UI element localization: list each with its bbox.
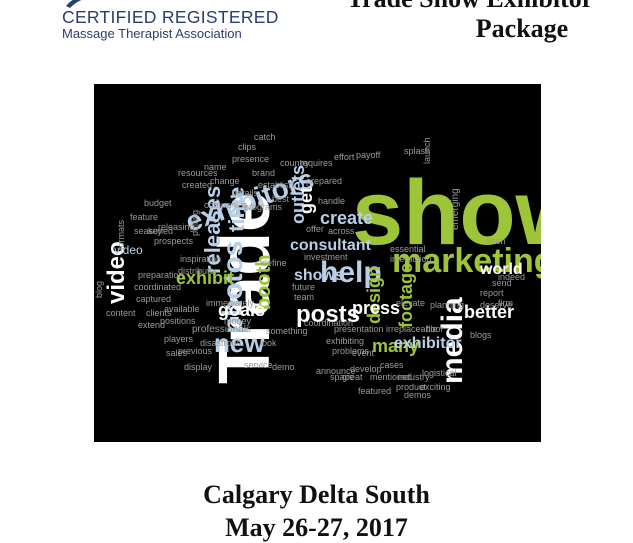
- logo-line-1: CERTIFIED REGISTERED: [62, 7, 279, 27]
- cloud-word-planning: planning: [430, 300, 464, 310]
- cloud-word-team: team: [294, 292, 314, 302]
- cloud-word-across: across: [328, 226, 355, 236]
- cloud-word-prospects: prospects: [154, 236, 194, 246]
- cloud-word-exhibiting: exhibiting: [326, 336, 364, 346]
- cloud-word-offer: offer: [306, 224, 324, 234]
- cloud-word-players: players: [164, 334, 194, 344]
- cloud-word-feature: feature: [130, 212, 158, 222]
- cloud-word-preparation: preparation: [138, 270, 184, 280]
- cloud-word-created: created: [182, 180, 212, 190]
- cloud-word-presence: presence: [232, 154, 269, 164]
- cloud-word-payoff: payoff: [356, 150, 381, 160]
- cloud-word-announce: announce: [316, 366, 356, 376]
- cloud-word-pulling: pulling: [190, 210, 200, 236]
- document-title-line-1: Trade Show Exhibitor: [320, 0, 620, 14]
- cloud-word-programs: programs: [244, 202, 283, 212]
- cloud-word-emerging: emerging: [450, 188, 461, 230]
- cloud-word-inspiration: inspiration: [180, 254, 221, 264]
- logo-line-2: Massage Therapist Association: [62, 26, 242, 41]
- cloud-word-change: change: [210, 176, 240, 186]
- cloud-word-brand: brand: [252, 168, 275, 178]
- cloud-word-demo: demo: [272, 362, 295, 372]
- cloud-word-future: future: [292, 282, 315, 292]
- cloud-word-name: name: [204, 162, 227, 172]
- cloud-word-money: money: [224, 316, 252, 326]
- cloud-word-blog: blog: [94, 281, 104, 298]
- word-cloud-graphic: showTrademarketingexhibitorshelppostsmed…: [94, 132, 541, 400]
- cloud-word-elevate: elevate: [396, 298, 425, 308]
- document-title-line-2: Package: [475, 14, 569, 43]
- cloud-word-press: press: [352, 298, 400, 318]
- cloud-word-launch: launch: [422, 137, 432, 164]
- cloud-word-handle: handle: [318, 196, 345, 206]
- cloud-word-display: display: [184, 362, 213, 372]
- word-cloud-image: showTrademarketingexhibitorshelppostsmed…: [94, 84, 541, 442]
- cloud-word-content: content: [106, 308, 136, 318]
- cloud-word-clients: clients: [146, 308, 172, 318]
- cloud-word-budget: budget: [144, 198, 172, 208]
- cloud-word-deserve: deserve: [480, 300, 512, 310]
- cloud-word-footage: footage: [396, 263, 416, 328]
- cloud-word-interaction: interaction: [390, 254, 432, 264]
- cloud-word-blogs: blogs: [470, 330, 492, 340]
- event-dates: May 26-27, 2017: [225, 513, 408, 542]
- cloud-word-create: create: [320, 208, 373, 228]
- cloud-word-service: service: [244, 360, 273, 370]
- cloud-word-something: something: [266, 326, 308, 336]
- cloud-word-look: look: [260, 338, 277, 348]
- cloud-word-presentation: presentation: [334, 324, 384, 334]
- event-venue: Calgary Delta South: [203, 480, 430, 509]
- cloud-word-prepared: prepared: [306, 176, 342, 186]
- cloud-word-details: details: [232, 188, 259, 198]
- cloud-word-report: report: [480, 288, 504, 298]
- cloud-word-demos: demos: [404, 390, 432, 400]
- cloud-word-logistical: logistical: [422, 368, 457, 378]
- cloud-word-establish: establish: [258, 180, 294, 190]
- cloud-word-distribute: distribute: [178, 266, 215, 276]
- cloud-word-define: define: [262, 258, 287, 268]
- cloud-word-sales: sales: [166, 348, 188, 358]
- cloud-word-catch: catch: [254, 132, 276, 142]
- cloud-word-immediately: immediately: [206, 298, 255, 308]
- cloud-word-key: key: [148, 226, 163, 236]
- cloud-word-essential: essential: [390, 244, 426, 254]
- cloud-word-exhibitor: exhibitor: [394, 335, 462, 352]
- association-logo: CERTIFIED REGISTERED Massage Therapist A…: [52, 0, 278, 48]
- cloud-word-outlets: outlets: [288, 165, 308, 224]
- cloud-word-featured: featured: [358, 386, 391, 396]
- cloud-word-coordinated: coordinated: [134, 282, 181, 292]
- cloud-word-formats: formats: [116, 219, 126, 250]
- cloud-word-indeed: indeed: [498, 272, 525, 282]
- cloud-word-disastrous: disastrous: [200, 338, 242, 348]
- cloud-word-seen: seen: [486, 236, 506, 246]
- cloud-word-investment: investment: [304, 252, 348, 262]
- cloud-word-companies: companies: [204, 200, 248, 210]
- cloud-word-clips: clips: [238, 142, 257, 152]
- cloud-word-captured: captured: [136, 294, 171, 304]
- cloud-word-problems: problems: [332, 346, 370, 356]
- cloud-word-requires: requires: [300, 158, 333, 168]
- cloud-word-cases: cases: [380, 360, 404, 370]
- cloud-word-effort: effort: [334, 152, 355, 162]
- cloud-word-floor: floor: [426, 324, 444, 334]
